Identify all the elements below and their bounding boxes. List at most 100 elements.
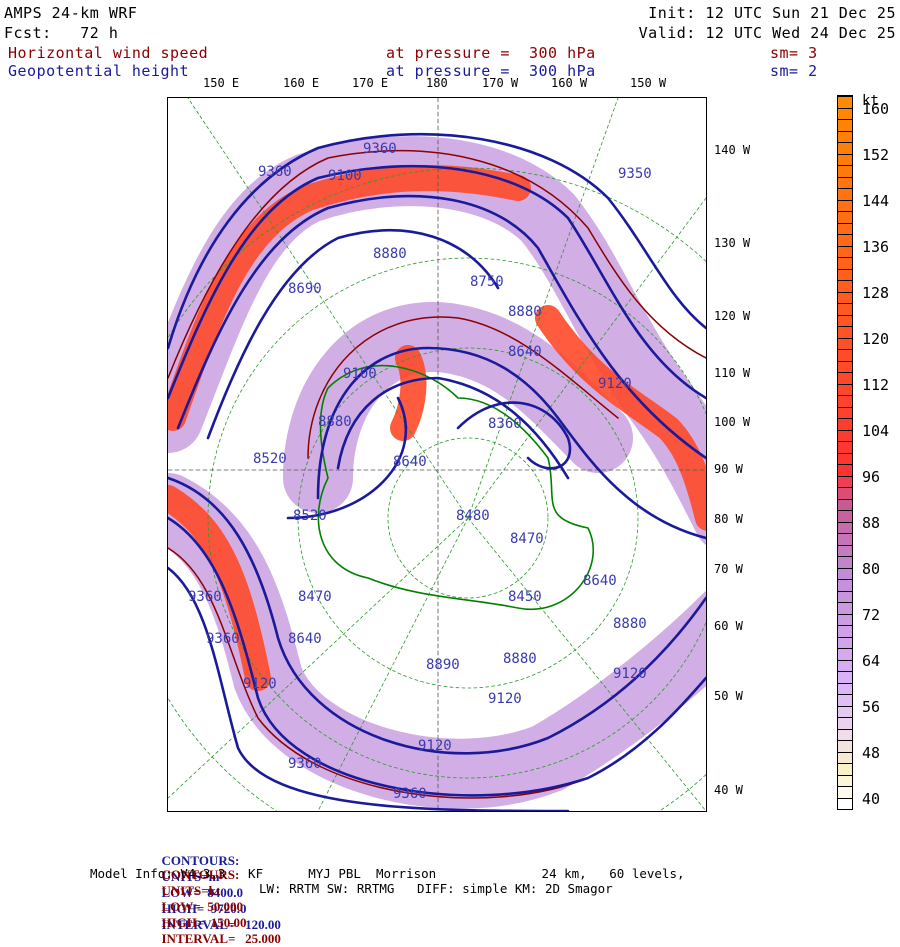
colorbar-segment <box>838 429 852 441</box>
colorbar-segment <box>838 556 852 568</box>
field2-smooth: sm= 2 <box>770 62 818 80</box>
height-label: 8640 <box>508 344 542 360</box>
colorbar-segment <box>838 705 852 717</box>
colorbar-segment <box>838 498 852 510</box>
colorbar-label: 64 <box>862 652 881 670</box>
height-label: 8640 <box>393 454 427 470</box>
colorbar-segment <box>838 222 852 234</box>
init-time: Init: 12 UTC Sun 21 Dec 25 <box>648 4 896 22</box>
colorbar-segment <box>838 579 852 591</box>
colorbar-segment <box>838 728 852 740</box>
colorbar-label: 48 <box>862 744 881 762</box>
colorbar-label: 128 <box>862 284 890 302</box>
colorbar-segment <box>838 326 852 338</box>
colorbar-label: 80 <box>862 560 881 578</box>
colorbar-segment <box>838 590 852 602</box>
height-label: 9360 <box>393 786 427 802</box>
colorbar-segment <box>838 418 852 430</box>
lat-label: 40 W <box>714 783 743 797</box>
height-label: 8750 <box>470 274 504 290</box>
colorbar-segment <box>838 636 852 648</box>
colorbar-label: 152 <box>862 146 890 164</box>
colorbar-segment <box>838 257 852 269</box>
lat-label: 140 W <box>714 143 751 157</box>
colorbar-segment <box>838 314 852 326</box>
colorbar-segment <box>838 671 852 683</box>
contour-units: UNITS=kt <box>161 883 221 898</box>
model-info-physics: LW: RRTM SW: RRTMG DIFF: simple KM: 2D S… <box>259 881 613 896</box>
height-label: 8640 <box>583 573 617 589</box>
colorbar-segment <box>838 659 852 671</box>
colorbar-label: 160 <box>862 100 890 118</box>
colorbar-segment <box>838 464 852 476</box>
colorbar-segment <box>838 774 852 786</box>
height-label: 9120 <box>243 676 277 692</box>
valid-time: Valid: 12 UTC Wed 24 Dec 25 <box>638 24 896 42</box>
colorbar-segment <box>838 119 852 131</box>
lat-label: 80 W <box>714 512 743 526</box>
colorbar-segment <box>838 475 852 487</box>
colorbar-segment <box>838 544 852 556</box>
height-label: 8470 <box>298 589 332 605</box>
colorbar-segment <box>838 303 852 315</box>
height-label: 8520 <box>253 451 287 467</box>
colorbar-segment <box>838 567 852 579</box>
colorbar-label: 120 <box>862 330 890 348</box>
height-label: 9100 <box>343 366 377 382</box>
colorbar-segment <box>838 694 852 706</box>
colorbar-segment <box>838 763 852 775</box>
colorbar-segment <box>838 176 852 188</box>
height-label: 9360 <box>258 164 292 180</box>
colorbar-segment <box>838 797 852 809</box>
field1-level: at pressure = 300 hPa <box>386 44 596 62</box>
colorbar-segment <box>838 211 852 223</box>
colorbar-segment <box>838 751 852 763</box>
height-label: 8880 <box>318 414 352 430</box>
colorbar-segment <box>838 153 852 165</box>
lat-label: 100 W <box>714 415 751 429</box>
height-label: 8890 <box>426 657 460 673</box>
height-label: 8690 <box>288 281 322 297</box>
colorbar-label: 112 <box>862 376 890 394</box>
colorbar-label: 144 <box>862 192 890 210</box>
colorbar-segment <box>838 613 852 625</box>
height-label: 9120 <box>613 666 647 682</box>
colorbar-segment <box>838 234 852 246</box>
height-label: 9360 <box>188 589 222 605</box>
height-label: 8880 <box>613 616 647 632</box>
colorbar-label: 96 <box>862 468 881 486</box>
height-label: 9120 <box>418 738 452 754</box>
lon-label: 150 W <box>630 76 667 90</box>
colorbar-segment <box>838 602 852 614</box>
contour-low: LOW= 50.000 <box>161 899 243 914</box>
lon-label: 170 E <box>352 76 389 90</box>
lat-label: 120 W <box>714 309 751 323</box>
colorbar-segment <box>838 291 852 303</box>
height-label: 8640 <box>288 631 322 647</box>
lat-label: 110 W <box>714 366 751 380</box>
height-label: 8520 <box>293 508 327 524</box>
lat-label: 60 W <box>714 619 743 633</box>
colorbar-segment <box>838 625 852 637</box>
colorbar-segment <box>838 360 852 372</box>
colorbar-segment <box>838 280 852 292</box>
height-label: 9120 <box>598 376 632 392</box>
colorbar-segment <box>838 648 852 660</box>
colorbar-segment <box>838 682 852 694</box>
lat-label: 90 W <box>714 462 743 476</box>
colorbar-segment <box>838 487 852 499</box>
colorbar-segment <box>838 349 852 361</box>
colorbar-segment <box>838 383 852 395</box>
weather-map: 9360 9100 9360 8880 8750 8880 8640 9120 … <box>167 97 707 812</box>
colorbar-segment <box>838 199 852 211</box>
height-label: 9120 <box>488 691 522 707</box>
height-label: 8880 <box>508 304 542 320</box>
colorbar-segment <box>838 268 852 280</box>
height-label: 8880 <box>503 651 537 667</box>
colorbar-label: 40 <box>862 790 881 808</box>
colorbar-segment <box>838 245 852 257</box>
height-label: 8450 <box>508 589 542 605</box>
height-label: 8360 <box>488 416 522 432</box>
lon-label: 150 E <box>203 76 240 90</box>
lat-label: 50 W <box>714 689 743 703</box>
